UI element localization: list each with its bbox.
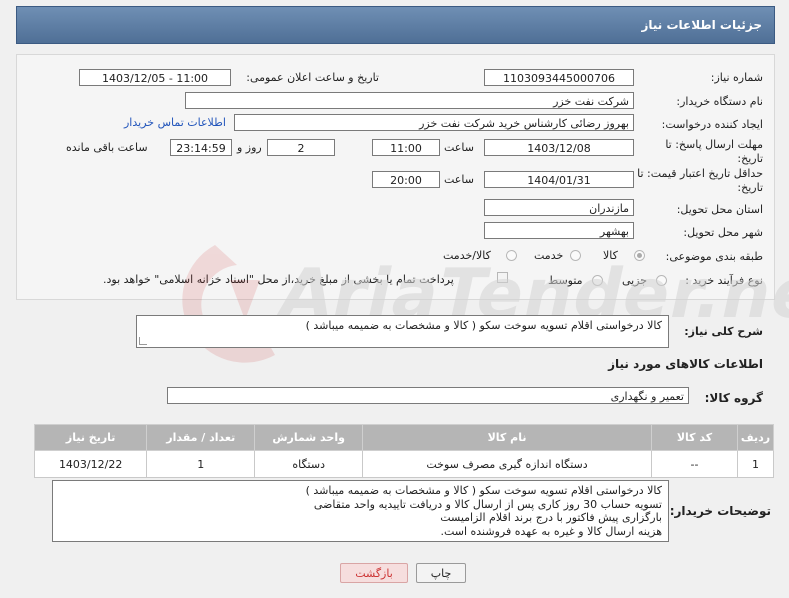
province-field[interactable]: مازندران xyxy=(484,199,634,216)
page-title: جزئیات اطلاعات نیاز xyxy=(641,18,762,32)
goods-group-field[interactable]: تعمیر و نگهداری xyxy=(167,387,689,404)
items-table: ردیف کد کالا نام کالا واحد شمارش تعداد /… xyxy=(33,424,774,478)
buyer-org-label: نام دستگاه خریدار: xyxy=(676,95,763,108)
announce-field[interactable]: 1403/12/05 - 11:00 xyxy=(79,69,231,86)
description-label: شرح کلی نیاز: xyxy=(684,325,763,338)
col-unit-header: واحد شمارش xyxy=(254,424,364,451)
items-table-header: ردیف کد کالا نام کالا واحد شمارش تعداد /… xyxy=(33,424,774,451)
contact-info-link[interactable]: اطلاعات تماس خریدار xyxy=(124,116,226,129)
need-number-field[interactable]: 1103093445000706 xyxy=(484,69,634,86)
validity-date-field[interactable]: 1404/01/31 xyxy=(484,171,634,188)
remaining-time-field[interactable]: 23:14:59 xyxy=(170,139,232,156)
validity-label-date: تاریخ: xyxy=(737,181,763,194)
remaining-label: ساعت باقی مانده xyxy=(66,141,148,154)
days-field[interactable]: 2 xyxy=(267,139,335,156)
buyer-org-field[interactable]: شرکت نفت خزر xyxy=(185,92,634,109)
city-field[interactable]: بهشهر xyxy=(484,222,634,239)
back-button[interactable]: بازگشت xyxy=(340,563,408,583)
buyer-notes-line: هزینه ارسال کالا و غیره به عهده فروشنده … xyxy=(440,524,662,538)
validity-time-field[interactable]: 20:00 xyxy=(372,171,440,188)
creator-label: ایجاد کننده درخواست: xyxy=(661,118,763,131)
goods-info-title: اطلاعات کالاهای مورد نیاز xyxy=(608,357,763,371)
buyer-notes-line: بارگزاری پیش فاکتور با درج برند اقلام ال… xyxy=(440,511,662,524)
cell-row: 1 xyxy=(737,450,774,478)
deadline-time-field[interactable]: 11:00 xyxy=(372,139,440,156)
cell-name: دستگاه اندازه گیری مصرف سوخت xyxy=(362,450,652,478)
province-label: استان محل تحویل: xyxy=(676,203,763,216)
col-date-header: تاریخ نیاز xyxy=(33,424,148,451)
deadline-label-date: تاریخ: xyxy=(737,152,763,165)
print-button[interactable]: چاپ xyxy=(416,563,466,583)
page-frame: جزئیات اطلاعات نیاز شماره نیاز: 11030934… xyxy=(0,0,789,598)
deadline-label: مهلت ارسال پاسخ: تا xyxy=(665,138,763,151)
goods-group-label: گروه کالا: xyxy=(704,391,763,405)
page-header: جزئیات اطلاعات نیاز xyxy=(16,6,775,44)
col-name-header: نام کالا xyxy=(362,424,652,451)
validity-hour-label: ساعت xyxy=(444,173,474,186)
description-text: کالا درخواستی اقلام تسویه سوخت سکو ( کال… xyxy=(305,319,662,332)
buyer-notes-label: توضیحات خریدار: xyxy=(669,504,771,518)
cell-date: 1403/12/22 xyxy=(33,450,148,478)
validity-label: حداقل تاریخ اعتبار قیمت: تا xyxy=(637,167,763,180)
col-code-header: کد کالا xyxy=(650,424,739,451)
buyer-notes-line: کالا درخواستی اقلام تسویه سوخت سکو ( کال… xyxy=(305,484,662,497)
city-label: شهر محل تحویل: xyxy=(683,226,763,239)
table-row: 1 -- دستگاه اندازه گیری مصرف سوخت دستگاه… xyxy=(33,450,774,478)
deadline-hour-label: ساعت xyxy=(444,141,474,154)
need-number-label: شماره نیاز: xyxy=(710,71,763,84)
cell-qty: 1 xyxy=(146,450,256,478)
buyer-notes-line: تسویه حساب 30 روز کاری پس از ارسال کالا … xyxy=(313,497,662,511)
days-label: روز و xyxy=(237,141,262,154)
col-row-header: ردیف xyxy=(737,424,774,451)
col-qty-header: تعداد / مقدار xyxy=(146,424,256,451)
creator-field[interactable]: بهروز رضائی کارشناس خرید شرکت نفت خزر xyxy=(234,114,634,131)
cell-code: -- xyxy=(650,450,739,478)
cell-unit: دستگاه xyxy=(254,450,364,478)
announce-label: تاریخ و ساعت اعلان عمومی: xyxy=(246,71,379,84)
deadline-date-field[interactable]: 1403/12/08 xyxy=(484,139,634,156)
resize-handle-icon[interactable] xyxy=(139,337,147,345)
description-field[interactable]: کالا درخواستی اقلام تسویه سوخت سکو ( کال… xyxy=(136,315,669,348)
buyer-notes-field[interactable]: کالا درخواستی اقلام تسویه سوخت سکو ( کال… xyxy=(52,480,669,542)
